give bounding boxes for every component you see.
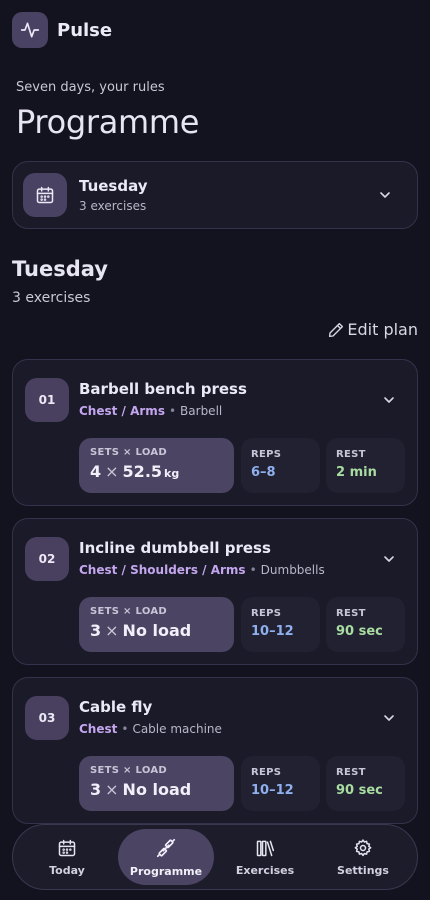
nav-item-exercises[interactable]: Exercises	[215, 829, 315, 885]
separator-dot: •	[121, 722, 129, 736]
rest-value: 90 sec	[336, 624, 383, 639]
sets-load-stat: SETS × LOAD 4 × 52.5 kg	[79, 438, 234, 493]
exercise-equipment: Dumbbells	[260, 563, 325, 577]
calendar-icon	[57, 838, 77, 858]
sets-load-label: SETS × LOAD	[90, 765, 167, 776]
exercise-number: 02	[25, 537, 69, 581]
pulse-icon	[12, 12, 48, 48]
pencil-icon	[327, 321, 347, 339]
reps-label: REPS	[251, 767, 282, 778]
section-count: 3 exercises	[12, 290, 91, 306]
app-header: Pulse	[12, 12, 112, 48]
nav-item-settings[interactable]: Settings	[313, 829, 413, 885]
calendar-icon	[23, 173, 67, 217]
exercise-name: Barbell bench press	[79, 380, 247, 398]
chevron-down-icon[interactable]	[377, 187, 393, 203]
nav-item-label: Programme	[129, 864, 203, 878]
load-value: No load	[122, 780, 192, 799]
rest-label: REST	[336, 449, 366, 460]
chevron-down-icon[interactable]	[381, 551, 397, 567]
sets-value: 3	[90, 621, 102, 640]
exercise-muscles: Chest	[79, 722, 118, 736]
exercise-number: 03	[25, 696, 69, 740]
reps-value: 10–12	[251, 783, 294, 798]
nav-item-today[interactable]: Today	[17, 829, 117, 885]
app-title: Pulse	[57, 19, 113, 41]
reps-value: 10–12	[251, 624, 294, 639]
sets-value: 3	[90, 780, 102, 799]
exercise-meta: Chest / Shoulders / Arms • Dumbbells	[79, 563, 325, 577]
page-title: Programme	[16, 103, 200, 141]
times-sign: ×	[105, 462, 119, 481]
reps-stat: REPS 6–8	[241, 438, 320, 493]
exercise-equipment: Cable machine	[132, 722, 222, 736]
exercise-meta: Chest • Cable machine	[79, 722, 222, 736]
dumbbell-icon	[155, 837, 177, 859]
section-title: Tuesday	[12, 257, 108, 281]
exercise-card[interactable]: 01 Barbell bench press Chest / Arms • Barb…	[12, 359, 418, 506]
chevron-down-icon[interactable]	[381, 710, 397, 726]
reps-label: REPS	[251, 449, 282, 460]
edit-plan-label: Edit plan	[347, 320, 418, 339]
load-value: No load	[122, 621, 192, 640]
sets-load-label: SETS × LOAD	[90, 447, 167, 458]
chevron-down-icon[interactable]	[381, 392, 397, 408]
reps-stat: REPS 10–12	[241, 597, 320, 652]
page-subtitle: Seven days, your rules	[16, 80, 165, 95]
exercise-muscles: Chest / Shoulders / Arms	[79, 563, 246, 577]
exercise-meta: Chest / Arms • Barbell	[79, 404, 222, 418]
sets-load-value: 3 × No load	[90, 621, 223, 640]
day-selector[interactable]: Tuesday 3 exercises	[12, 161, 418, 229]
library-icon	[255, 838, 275, 858]
selected-day: Tuesday	[79, 177, 148, 195]
nav-item-label: Settings	[337, 863, 389, 877]
rest-stat: REST 90 sec	[326, 597, 405, 652]
sets-load-value: 3 × No load	[90, 780, 223, 799]
exercise-equipment: Barbell	[180, 404, 223, 418]
exercise-number: 01	[25, 378, 69, 422]
rest-stat: REST 90 sec	[326, 756, 405, 811]
times-sign: ×	[105, 780, 119, 799]
exercise-muscles: Chest / Arms	[79, 404, 165, 418]
rest-label: REST	[336, 608, 366, 619]
exercise-card[interactable]: 02 Incline dumbbell press Chest / Should…	[12, 518, 418, 665]
exercise-name: Cable fly	[79, 698, 153, 716]
nav-item-label: Exercises	[235, 863, 295, 877]
times-sign: ×	[105, 621, 119, 640]
exercise-card[interactable]: 03 Cable fly Chest • Cable machine SETS × …	[12, 677, 418, 824]
edit-plan-button[interactable]: Edit plan	[327, 320, 418, 339]
nav-item-programme[interactable]: Programme	[118, 829, 214, 885]
reps-value: 6–8	[251, 465, 276, 480]
selected-day-count: 3 exercises	[79, 199, 147, 213]
rest-label: REST	[336, 767, 366, 778]
exercise-name: Incline dumbbell press	[79, 539, 271, 557]
rest-stat: REST 2 min	[326, 438, 405, 493]
load-unit: kg	[164, 467, 180, 480]
bottom-nav: Today Programme Exercises Settings	[12, 824, 418, 890]
sets-load-label: SETS × LOAD	[90, 606, 167, 617]
nav-item-label: Today	[49, 863, 85, 877]
load-value: 52.5	[122, 462, 163, 481]
rest-value: 90 sec	[336, 783, 383, 798]
separator-dot: •	[168, 404, 177, 418]
sets-load-stat: SETS × LOAD 3 × No load	[79, 756, 234, 811]
reps-stat: REPS 10–12	[241, 756, 320, 811]
sets-load-stat: SETS × LOAD 3 × No load	[79, 597, 234, 652]
gear-icon	[353, 838, 373, 858]
separator-dot: •	[249, 563, 257, 577]
reps-label: REPS	[251, 608, 282, 619]
sets-value: 4	[90, 462, 102, 481]
sets-load-value: 4 × 52.5 kg	[90, 462, 223, 481]
day-selector-text: Tuesday 3 exercises	[79, 177, 148, 213]
rest-value: 2 min	[336, 465, 377, 480]
